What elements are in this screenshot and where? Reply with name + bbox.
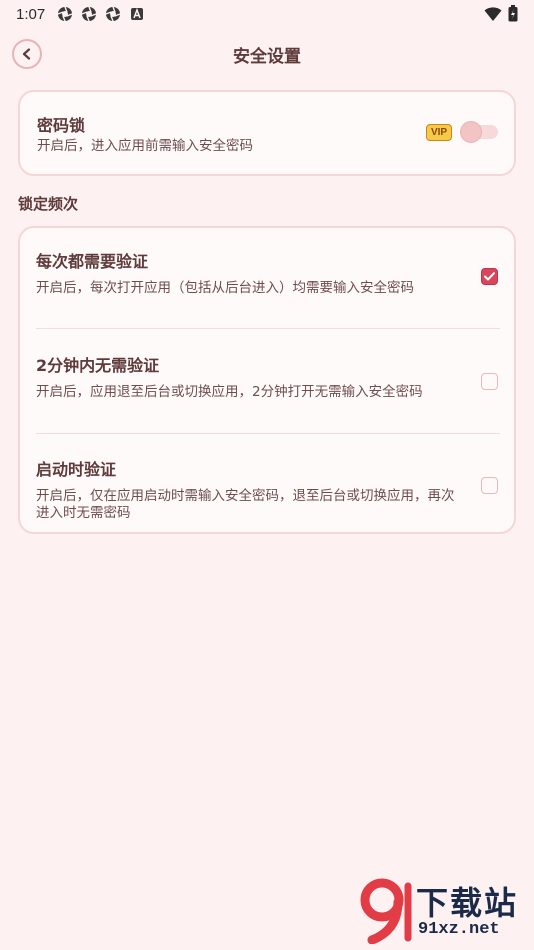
password-lock-description: 开启后，进入应用前需输入安全密码	[37, 138, 253, 154]
watermark-domain: 91xz.net	[418, 920, 500, 939]
aperture-icon	[105, 6, 121, 22]
option-every-time[interactable]: 每次都需要验证 开启后，每次打开应用（包括从后台进入）均需要输入安全密码	[36, 248, 500, 297]
checkbox-every-time[interactable]	[481, 268, 498, 285]
status-bar: 1:07	[0, 0, 534, 28]
option-title: 2分钟内无需验证	[36, 356, 160, 375]
option-description: 开启后，每次打开应用（包括从后台进入）均需要输入安全密码	[36, 280, 414, 296]
section-label-frequency: 锁定频次	[18, 195, 79, 213]
checkbox-on-launch[interactable]	[481, 477, 498, 494]
lock-frequency-card: 每次都需要验证 开启后，每次打开应用（包括从后台进入）均需要输入安全密码 2分钟…	[18, 226, 516, 534]
option-description: 开启后，仅在应用启动时需输入安全密码，退至后台或切换应用，再次进入时无需密码	[36, 488, 455, 521]
aperture-icon	[81, 6, 97, 22]
option-title: 每次都需要验证	[36, 252, 149, 271]
password-lock-toggle[interactable]	[460, 121, 498, 143]
aperture-icon	[57, 6, 73, 22]
option-description: 开启后，应用退至后台或切换应用，2分钟打开无需输入安全密码	[36, 384, 423, 400]
battery-icon	[508, 5, 518, 22]
watermark-logo-icon	[360, 878, 412, 944]
page-title: 安全设置	[233, 47, 301, 67]
header: 安全设置	[0, 30, 534, 78]
password-lock-title: 密码锁	[37, 116, 86, 135]
option-title: 启动时验证	[36, 460, 117, 479]
checkbox-two-minutes[interactable]	[481, 373, 498, 390]
vip-badge: VIP	[426, 124, 452, 141]
option-two-minutes[interactable]: 2分钟内无需验证 开启后，应用退至后台或切换应用，2分钟打开无需输入安全密码	[36, 352, 500, 401]
divider	[36, 433, 500, 434]
a-badge-icon	[131, 7, 144, 20]
watermark-brand: 下载站	[416, 884, 519, 922]
divider	[36, 328, 500, 329]
check-icon	[484, 272, 495, 281]
wifi-icon	[484, 6, 502, 21]
watermark: 下载站 91xz.net	[358, 876, 528, 946]
status-time: 1:07	[16, 5, 46, 23]
password-lock-card: 密码锁 开启后，进入应用前需输入安全密码 VIP	[18, 90, 516, 176]
option-on-launch[interactable]: 启动时验证 开启后，仅在应用启动时需输入安全密码，退至后台或切换应用，再次进入时…	[36, 456, 500, 522]
notification-icons	[57, 6, 145, 22]
toggle-knob	[460, 121, 482, 143]
status-right	[484, 5, 518, 22]
